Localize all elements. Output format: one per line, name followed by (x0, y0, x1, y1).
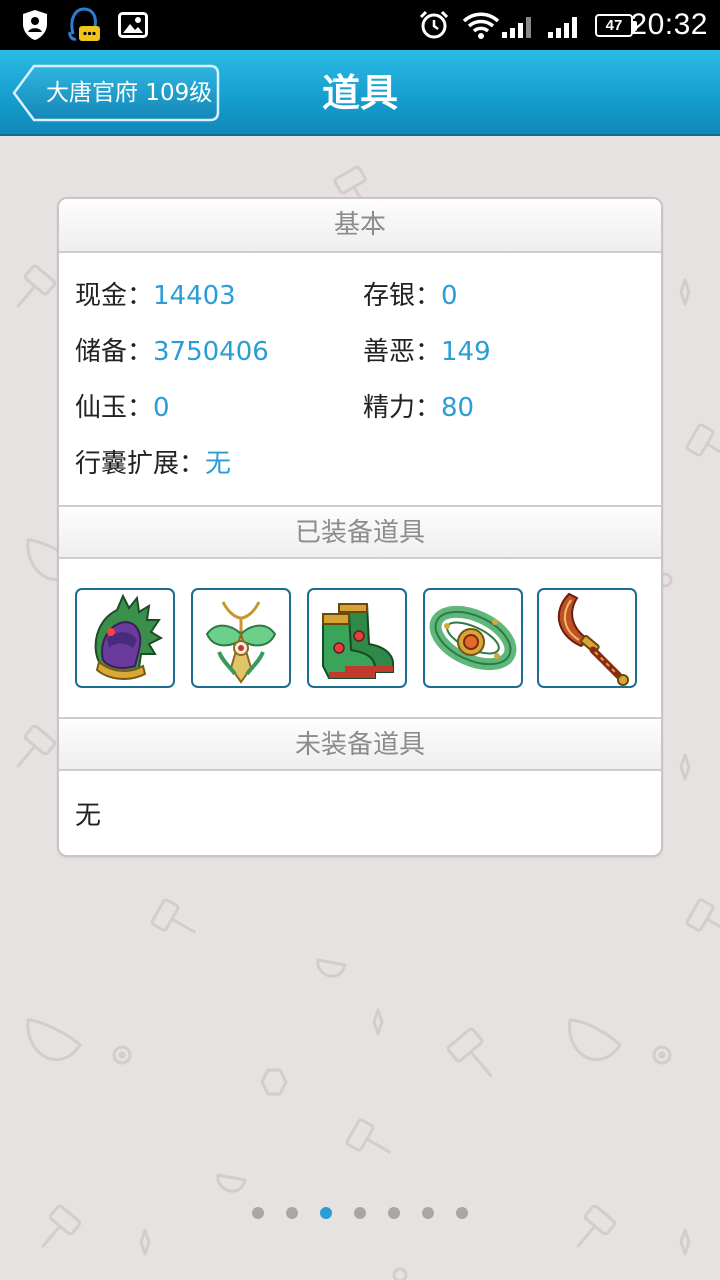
wifi-icon (462, 12, 500, 39)
necklace-icon (205, 601, 277, 684)
page-dot[interactable] (456, 1207, 468, 1219)
karma-row: 善恶：149 (363, 332, 491, 372)
page-dot-active[interactable] (320, 1207, 332, 1219)
signal-icon (502, 17, 531, 38)
unequipped-empty-text: 无 (75, 801, 102, 831)
boots-item[interactable] (307, 588, 407, 688)
bag-expansion-value: 无 (205, 449, 232, 479)
deposit-label: 存银： (363, 281, 442, 311)
chat-bubble-icon (68, 7, 100, 41)
helmet-icon (94, 593, 164, 680)
status-bar: 47 20:32 (0, 0, 720, 50)
section-header-basic: 基本 (59, 199, 661, 253)
page-dot[interactable] (286, 1207, 298, 1219)
image-icon (118, 12, 148, 38)
battery-icon: 47 (595, 14, 637, 37)
section-header-unequipped: 未装备道具 (59, 717, 661, 771)
energy-value: 80 (441, 393, 475, 423)
title-bar: 大唐官府 109级 道具 (0, 50, 720, 136)
page-indicator (0, 1205, 720, 1221)
reserve-row: 储备：3750406 (75, 332, 269, 372)
boots-icon (322, 603, 394, 679)
necklace-item[interactable] (191, 588, 291, 688)
jade-label: 仙玉： (75, 393, 154, 423)
jade-value: 0 (153, 393, 170, 423)
cash-row: 现金：14403 (75, 276, 236, 316)
karma-value: 149 (441, 337, 491, 367)
cash-label: 现金： (75, 281, 154, 311)
bag-expansion-label: 行囊扩展： (75, 449, 206, 479)
page-dot[interactable] (422, 1207, 434, 1219)
jade-row: 仙玉：0 (75, 388, 170, 428)
page-dot[interactable] (388, 1207, 400, 1219)
belt-item[interactable] (423, 588, 523, 688)
karma-label: 善恶： (363, 337, 442, 367)
reserve-value: 3750406 (153, 337, 269, 367)
helmet-item[interactable] (75, 588, 175, 688)
page-dot[interactable] (252, 1207, 264, 1219)
signal-icon (548, 17, 577, 38)
sword-icon (557, 592, 629, 686)
alarm-icon (419, 10, 449, 39)
back-button[interactable]: 大唐官府 109级 (12, 64, 220, 122)
deposit-row: 存银：0 (363, 276, 458, 316)
energy-label: 精力： (363, 393, 442, 423)
energy-row: 精力：80 (363, 388, 474, 428)
shield-icon (23, 10, 47, 40)
items-card: 基本 现金：14403 存银：0 储备：3750406 善恶：149 仙玉：0 … (57, 197, 663, 857)
cash-value: 14403 (153, 281, 236, 311)
section-header-equipped: 已装备道具 (59, 505, 661, 559)
page-dot[interactable] (354, 1207, 366, 1219)
reserve-label: 储备： (75, 337, 154, 367)
deposit-value: 0 (441, 281, 458, 311)
sword-item[interactable] (537, 588, 637, 688)
clock: 20:32 (630, 8, 708, 41)
bag-expansion-row: 行囊扩展：无 (75, 444, 231, 484)
belt-icon (429, 605, 517, 671)
back-button-label: 大唐官府 109级 (46, 80, 213, 106)
